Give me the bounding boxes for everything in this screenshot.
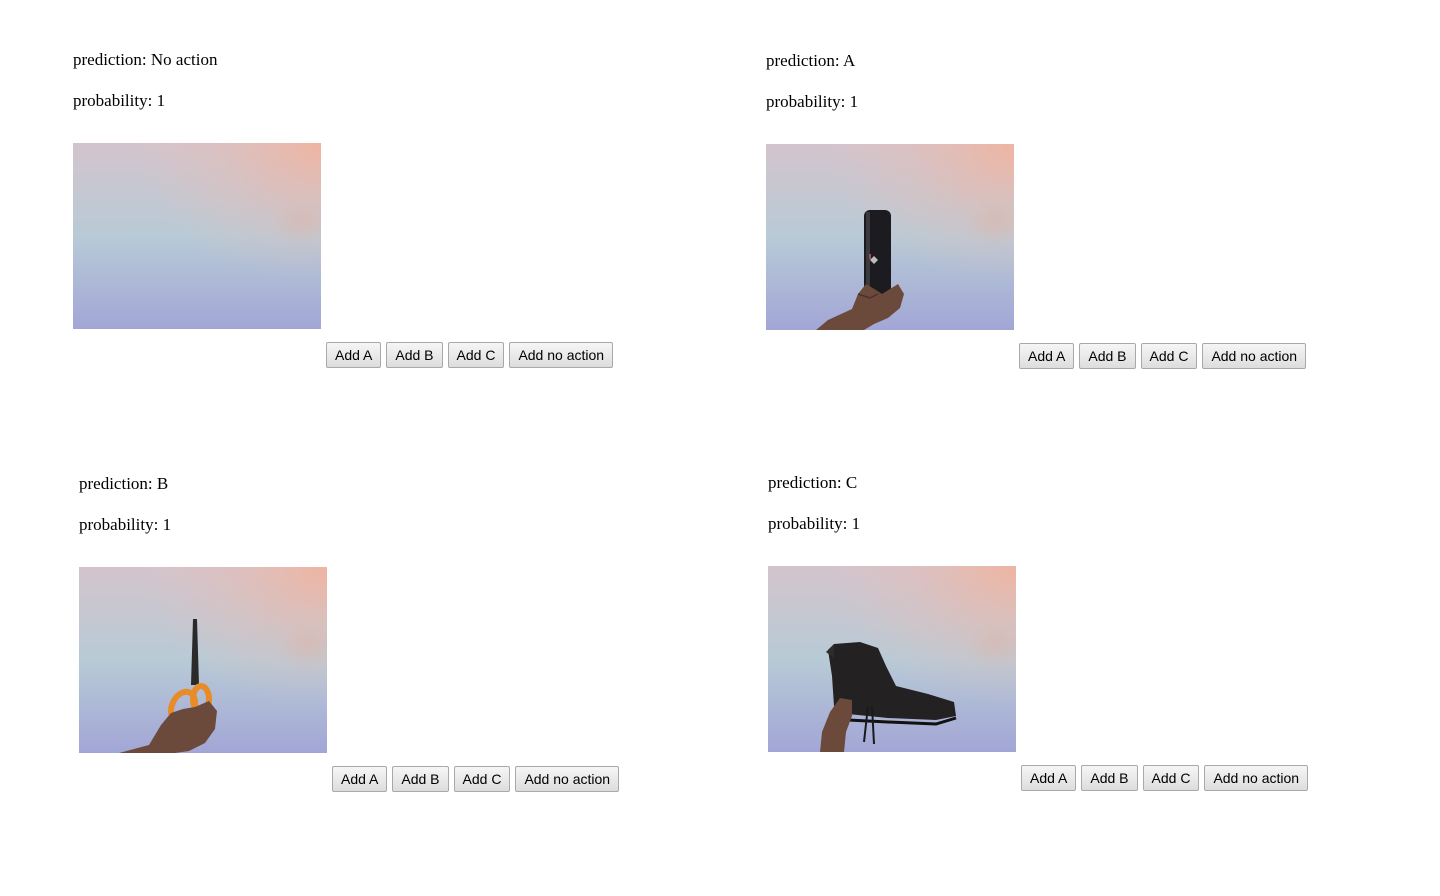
add-b-button[interactable]: Add B [392, 766, 449, 792]
webcam-frame [79, 567, 327, 753]
add-c-button[interactable]: Add C [1140, 343, 1198, 369]
button-row: Add A Add B Add C Add no action [332, 766, 620, 792]
prediction-line: prediction: A [766, 51, 855, 71]
prediction-value: A [842, 51, 856, 70]
prediction-panel: prediction: No action probability: 1 Add… [73, 50, 633, 368]
prediction-line: prediction: C [768, 473, 857, 493]
probability-value: 1 [849, 92, 859, 111]
prediction-label: prediction: [766, 51, 840, 70]
add-no-action-button[interactable]: Add no action [515, 766, 620, 792]
button-row: Add A Add B Add C Add no action [326, 342, 614, 368]
prediction-value: C [845, 473, 858, 492]
prediction-label: prediction: [73, 50, 147, 69]
add-b-button[interactable]: Add B [1079, 343, 1136, 369]
add-c-button[interactable]: Add C [453, 766, 511, 792]
probability-label: probability: [79, 515, 159, 534]
probability-label: probability: [73, 91, 153, 110]
add-no-action-button[interactable]: Add no action [509, 342, 614, 368]
probability-line: probability: 1 [73, 91, 165, 111]
add-b-button[interactable]: Add B [386, 342, 443, 368]
probability-value: 1 [156, 91, 166, 110]
button-row: Add A Add B Add C Add no action [1019, 343, 1307, 369]
probability-line: probability: 1 [79, 515, 171, 535]
probability-label: probability: [768, 514, 848, 533]
probability-value: 1 [162, 515, 172, 534]
prediction-panel: prediction: A probability: 1 Add A Add B… [766, 51, 1326, 369]
button-row: Add A Add B Add C Add no action [1021, 765, 1309, 791]
add-c-button[interactable]: Add C [1142, 765, 1200, 791]
prediction-panel: prediction: C probability: 1 Add A Add B… [768, 473, 1328, 791]
add-a-button[interactable]: Add A [1019, 343, 1075, 369]
add-c-button[interactable]: Add C [447, 342, 505, 368]
prediction-label: prediction: [79, 474, 153, 493]
webcam-frame [73, 143, 321, 329]
add-no-action-button[interactable]: Add no action [1204, 765, 1309, 791]
prediction-line: prediction: No action [73, 50, 217, 70]
probability-line: probability: 1 [766, 92, 858, 112]
add-no-action-button[interactable]: Add no action [1202, 343, 1307, 369]
prediction-value: No action [150, 50, 218, 69]
prediction-value: B [156, 474, 169, 493]
add-a-button[interactable]: Add A [332, 766, 388, 792]
add-a-button[interactable]: Add A [1021, 765, 1077, 791]
prediction-panel: prediction: B probability: 1 Add A Add B… [79, 474, 639, 792]
webcam-frame [768, 566, 1016, 752]
probability-line: probability: 1 [768, 514, 860, 534]
add-a-button[interactable]: Add A [326, 342, 382, 368]
add-b-button[interactable]: Add B [1081, 765, 1138, 791]
webcam-frame [766, 144, 1014, 330]
prediction-label: prediction: [768, 473, 842, 492]
probability-label: probability: [766, 92, 846, 111]
prediction-line: prediction: B [79, 474, 168, 494]
probability-value: 1 [851, 514, 861, 533]
